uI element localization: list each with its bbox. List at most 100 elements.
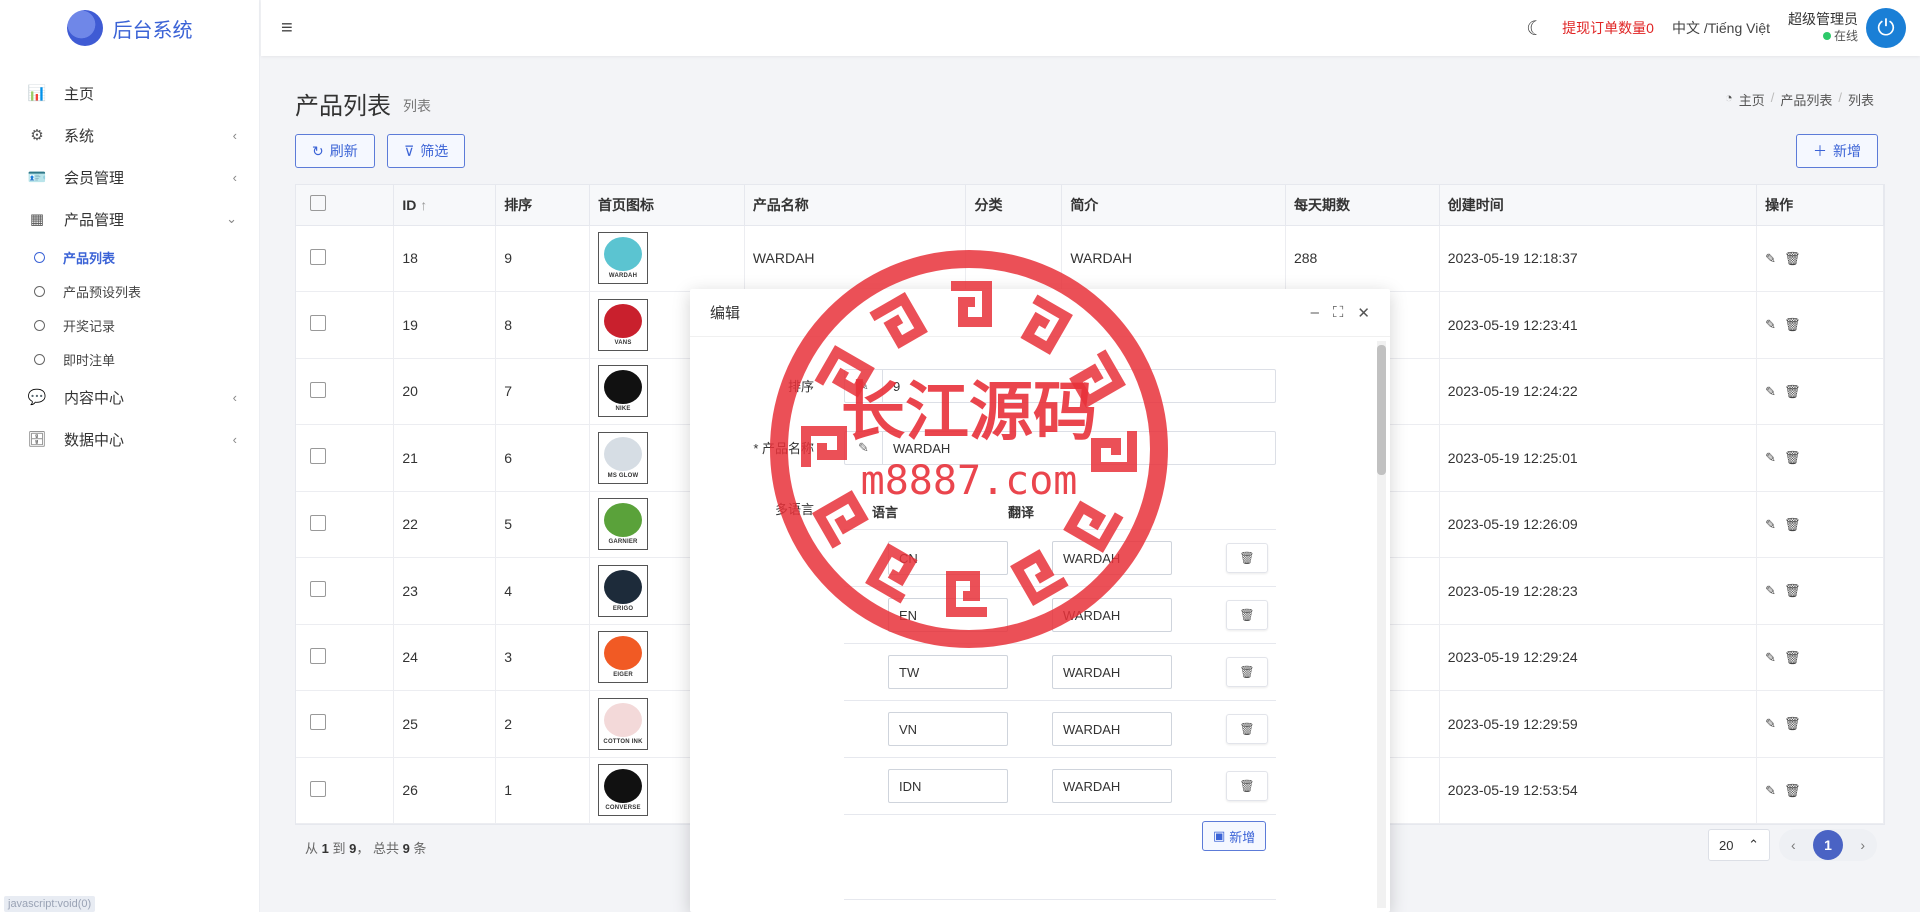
dark-mode-icon[interactable]: ☾ bbox=[1526, 16, 1544, 41]
sidebar-item[interactable]: ⚙ 系统 ‹ bbox=[0, 114, 259, 156]
close-icon[interactable]: ✕ bbox=[1357, 304, 1370, 322]
prev-page-icon[interactable]: ‹ bbox=[1791, 837, 1796, 853]
logo-brand-text: ERIGO bbox=[612, 605, 634, 612]
breadcrumb-products[interactable]: 产品列表 bbox=[1780, 90, 1832, 109]
lang-input[interactable]: EN bbox=[888, 598, 1008, 632]
delete-row-button[interactable]: 🗑 bbox=[1226, 657, 1268, 687]
translation-table: 语言 翻译 CN WARDAH 🗑 EN WARDAH 🗑 TW WARDAH … bbox=[844, 494, 1276, 815]
cell-id: 20 bbox=[393, 358, 497, 425]
delete-row-button[interactable]: 🗑 bbox=[1226, 543, 1268, 573]
row-checkbox[interactable] bbox=[310, 581, 326, 598]
current-page[interactable]: 1 bbox=[1813, 830, 1843, 860]
trash-icon[interactable]: 🗑 bbox=[1784, 650, 1801, 665]
lang-input[interactable]: CN bbox=[888, 541, 1008, 575]
edit-icon[interactable]: ✎ bbox=[1765, 384, 1776, 399]
edit-icon[interactable]: ✎ bbox=[1765, 317, 1776, 332]
page-size-select[interactable]: 20 ⌃ bbox=[1708, 829, 1770, 861]
refresh-button[interactable]: ↻ 刷新 bbox=[295, 134, 375, 168]
product-logo[interactable]: VANS bbox=[598, 298, 649, 351]
sidebar-item[interactable]: 🗄 数据中心 ‹ bbox=[0, 418, 259, 460]
sidebar-item-label: 系统 bbox=[64, 127, 95, 145]
column-header[interactable]: ID ↑ bbox=[393, 185, 497, 226]
sidebar-item[interactable]: 📊 主页 bbox=[0, 72, 259, 114]
translation-input[interactable]: WARDAH bbox=[1052, 598, 1172, 632]
edit-icon[interactable]: ✎ bbox=[1765, 650, 1776, 665]
trash-icon[interactable]: 🗑 bbox=[1784, 384, 1801, 399]
menu-toggle-icon[interactable]: ≡ bbox=[281, 17, 293, 40]
product-logo[interactable]: MS GLOW bbox=[598, 431, 649, 484]
add-translation-button[interactable]: ▣ 新增 bbox=[1202, 821, 1267, 851]
user-menu[interactable]: 超级管理员 在线 ⏻ bbox=[1788, 8, 1906, 48]
trash-icon[interactable]: 🗑 bbox=[1784, 251, 1801, 266]
product-logo[interactable]: COTTON INK bbox=[598, 697, 649, 750]
cell-id: 23 bbox=[393, 557, 497, 625]
trash-icon[interactable]: 🗑 bbox=[1784, 583, 1801, 598]
product-logo[interactable]: EIGER bbox=[598, 631, 649, 684]
row-checkbox[interactable] bbox=[310, 448, 326, 465]
next-page-icon[interactable]: › bbox=[1860, 837, 1865, 853]
avatar[interactable]: ⏻ bbox=[1866, 8, 1906, 48]
name-input[interactable]: ✎ WARDAH bbox=[844, 431, 1276, 465]
product-logo[interactable]: NIKE bbox=[598, 365, 649, 418]
edit-icon[interactable]: ✎ bbox=[1765, 450, 1776, 465]
pagination: ‹ 1 › bbox=[1779, 829, 1877, 861]
sidebar-subitem[interactable]: 产品列表 bbox=[0, 240, 259, 274]
edit-icon[interactable]: ✎ bbox=[1765, 251, 1776, 266]
scrollbar-thumb[interactable] bbox=[1377, 345, 1386, 475]
lang-input[interactable]: TW bbox=[888, 655, 1008, 689]
lang-input[interactable]: IDN bbox=[888, 769, 1008, 803]
bar-chart-icon: 📊 bbox=[27, 85, 47, 102]
delete-row-button[interactable]: 🗑 bbox=[1226, 714, 1268, 744]
edit-icon[interactable]: ✎ bbox=[1765, 583, 1776, 598]
edit-icon[interactable]: ✎ bbox=[1765, 716, 1776, 731]
product-logo[interactable]: WARDAH bbox=[598, 232, 649, 285]
edit-icon[interactable]: ✎ bbox=[1765, 783, 1776, 798]
product-logo[interactable]: GARNIER bbox=[598, 498, 649, 551]
sidebar-item[interactable]: 🪪 会员管理 ‹ bbox=[0, 156, 259, 198]
add-button[interactable]: ＋ 新增 bbox=[1796, 134, 1878, 168]
product-logo[interactable]: ERIGO bbox=[598, 564, 649, 617]
brand[interactable]: 后台系统 bbox=[0, 0, 259, 56]
filter-button[interactable]: ⊽ 筛选 bbox=[387, 134, 466, 168]
pager-from: 1 bbox=[321, 841, 329, 856]
modal-scrollbar[interactable] bbox=[1377, 341, 1386, 908]
translation-input[interactable]: WARDAH bbox=[1052, 712, 1172, 746]
row-checkbox[interactable] bbox=[310, 780, 326, 797]
pencil-icon: ✎ bbox=[845, 432, 883, 464]
row-checkbox[interactable] bbox=[310, 514, 326, 531]
trash-icon[interactable]: 🗑 bbox=[1784, 517, 1801, 532]
trash-icon[interactable]: 🗑 bbox=[1784, 450, 1801, 465]
row-checkbox[interactable] bbox=[310, 315, 326, 332]
translation-value: WARDAH bbox=[1063, 607, 1121, 623]
delete-row-button[interactable]: 🗑 bbox=[1226, 771, 1268, 801]
trash-icon[interactable]: 🗑 bbox=[1784, 716, 1801, 731]
translation-input[interactable]: WARDAH bbox=[1052, 769, 1172, 803]
withdraw-orders-link[interactable]: 提现订单数量0 bbox=[1562, 18, 1654, 38]
edit-icon[interactable]: ✎ bbox=[1765, 517, 1776, 532]
lang-input[interactable]: VN bbox=[888, 712, 1008, 746]
cell-actions: ✎ 🗑 bbox=[1756, 690, 1884, 758]
sidebar-item[interactable]: 💬 内容中心 ‹ bbox=[0, 376, 259, 418]
trash-icon[interactable]: 🗑 bbox=[1784, 783, 1801, 798]
language-switch[interactable]: 中文 /Tiếng Việt bbox=[1672, 18, 1770, 38]
translation-input[interactable]: WARDAH bbox=[1052, 541, 1172, 575]
delete-row-button[interactable]: 🗑 bbox=[1226, 600, 1268, 630]
row-checkbox[interactable] bbox=[310, 647, 326, 664]
product-logo[interactable]: CONVERSE bbox=[598, 764, 649, 817]
row-checkbox[interactable] bbox=[310, 714, 326, 731]
sidebar-subitem[interactable]: 产品预设列表 bbox=[0, 274, 259, 308]
sidebar-subitem[interactable]: 开奖记录 bbox=[0, 308, 259, 342]
sidebar-item[interactable]: ▦ 产品管理 ⌄ bbox=[0, 198, 259, 240]
sidebar-subitem[interactable]: 即时注单 bbox=[0, 342, 259, 376]
row-checkbox[interactable] bbox=[310, 248, 326, 265]
trash-icon[interactable]: 🗑 bbox=[1784, 317, 1801, 332]
translation-input[interactable]: WARDAH bbox=[1052, 655, 1172, 689]
breadcrumb-home[interactable]: 主页 bbox=[1739, 90, 1765, 109]
minimize-icon[interactable]: – bbox=[1311, 304, 1319, 322]
translation-value: WARDAH bbox=[1063, 721, 1121, 737]
row-checkbox[interactable] bbox=[310, 381, 326, 398]
sort-arrow-icon[interactable]: ↑ bbox=[420, 197, 427, 213]
sort-input[interactable]: ✎ 9 bbox=[844, 369, 1276, 403]
maximize-icon[interactable]: ⛶ bbox=[1333, 304, 1344, 322]
select-all-checkbox[interactable] bbox=[310, 195, 326, 212]
